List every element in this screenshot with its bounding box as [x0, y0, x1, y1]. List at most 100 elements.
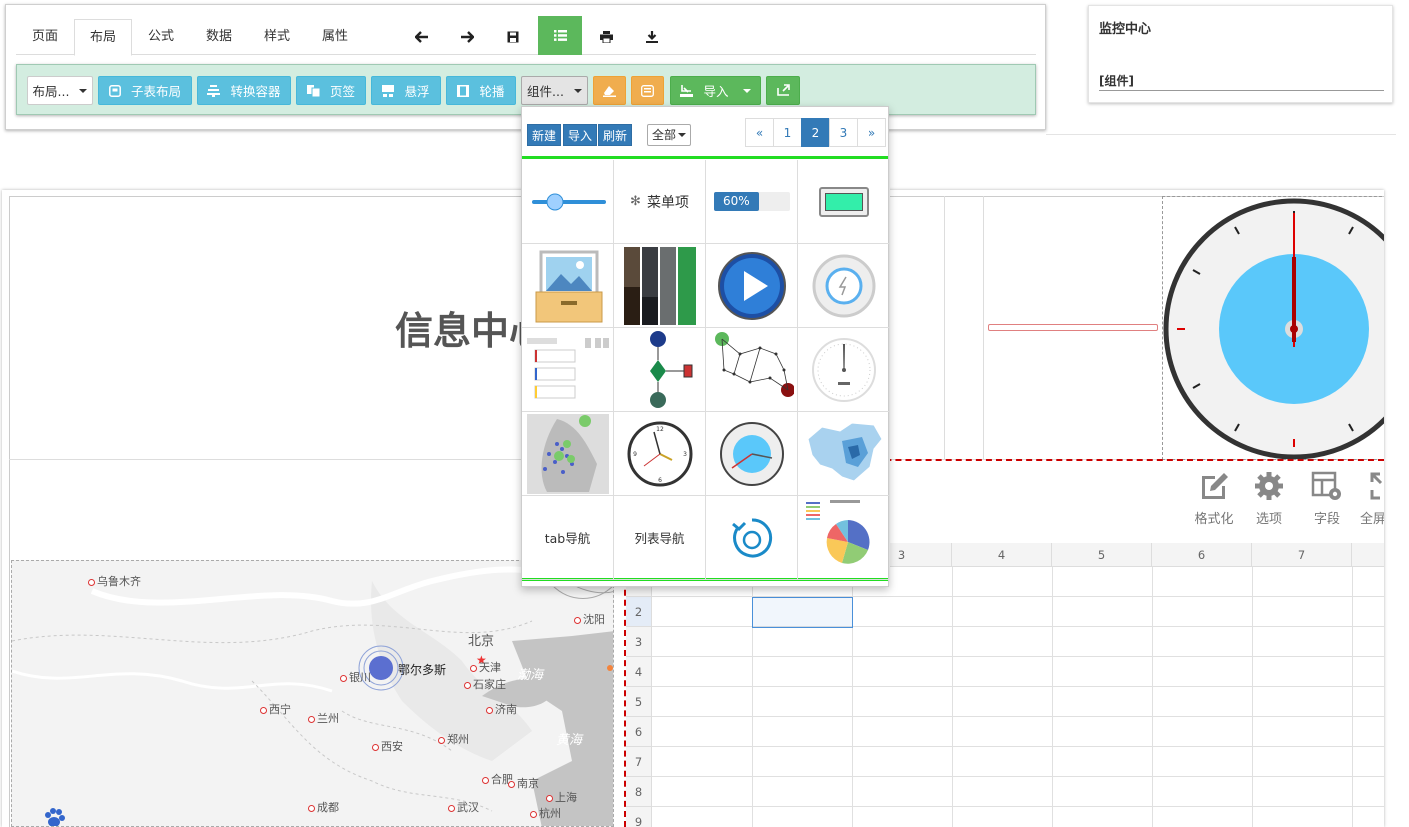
component-progress[interactable]: 60% [706, 160, 798, 244]
layout-button-label: 布局... [32, 84, 70, 99]
download-icon[interactable] [632, 19, 672, 55]
row-header[interactable]: 4 [626, 657, 652, 687]
map-city-label: 北京 [468, 634, 495, 649]
component-button-circle[interactable] [798, 244, 890, 328]
pagination-page-active[interactable]: 2 [801, 118, 830, 147]
component-video[interactable] [706, 244, 798, 328]
import-dropdown-button[interactable]: 导入 [670, 76, 761, 105]
component-slider[interactable] [522, 160, 614, 244]
list-icon[interactable] [538, 16, 582, 55]
float-button[interactable]: 悬浮 [371, 76, 441, 105]
frame-line [983, 196, 984, 459]
pagination-next[interactable]: » [857, 118, 886, 147]
component-china-map[interactable] [798, 412, 890, 496]
component-speedometer[interactable] [798, 328, 890, 412]
china-map-widget[interactable]: ★ 乌鲁木齐 沈阳 北京 天津 鄂尔多斯 银川 石家庄 西宁 兰州 济南 郑州 … [11, 560, 614, 827]
copy-icon [306, 84, 320, 97]
selected-cell[interactable] [752, 597, 853, 628]
gauge-container[interactable] [1162, 196, 1384, 460]
component-color-block[interactable] [798, 160, 890, 244]
save-icon[interactable] [493, 19, 533, 55]
tab-formula[interactable]: 公式 [132, 19, 190, 55]
carousel-button[interactable]: 轮播 [446, 76, 516, 105]
row-header[interactable]: 5 [626, 687, 652, 717]
gear-icon [1255, 472, 1283, 500]
row-header[interactable]: 9 [626, 807, 652, 827]
row-header[interactable]: 6 [626, 717, 652, 747]
component-dropdown-button[interactable]: 组件... [521, 76, 588, 105]
component-pie-chart[interactable] [798, 496, 890, 580]
page-tab-button[interactable]: 页签 [296, 76, 366, 105]
layout-dropdown-button[interactable]: 布局... [27, 76, 93, 105]
convert-container-button[interactable]: 转换容器 [197, 76, 291, 105]
column-header[interactable] [1352, 543, 1384, 567]
column-header[interactable]: 4 [952, 543, 1052, 567]
map-city-label: 石家庄 [464, 676, 506, 692]
map-sea-label: 渤海 [517, 668, 544, 683]
svg-text:12: 12 [656, 426, 664, 433]
tab-layout[interactable]: 布局 [74, 19, 132, 56]
column-header[interactable]: 6 [1152, 543, 1252, 567]
sub-layout-button[interactable]: 子表布局 [98, 76, 192, 105]
component-flowchart[interactable] [614, 328, 706, 412]
tab-property[interactable]: 属性 [306, 19, 364, 55]
green-divider [522, 156, 888, 159]
component-tree-list[interactable] [522, 328, 614, 412]
component-tab-nav[interactable]: tab导航 [522, 496, 614, 580]
format-tool[interactable]: 格式化 [1188, 470, 1240, 527]
progress-track: 60% [713, 192, 790, 211]
row-header[interactable]: 3 [626, 627, 652, 657]
options-tool[interactable]: 选项 [1248, 470, 1290, 527]
component-network-graph[interactable] [706, 328, 798, 412]
row-header[interactable]: 8 [626, 777, 652, 807]
new-component-button[interactable]: 新建 [527, 124, 562, 146]
tree-list-preview [526, 337, 609, 398]
component-carousel[interactable] [614, 244, 706, 328]
edit-icon [1202, 473, 1228, 499]
pagination-page[interactable]: 1 [773, 118, 802, 147]
component-image[interactable] [522, 244, 614, 328]
flowchart-preview [649, 330, 692, 408]
filter-select[interactable]: 全部 [647, 124, 692, 146]
export-button[interactable] [766, 76, 800, 105]
arrow-right-icon[interactable] [447, 19, 487, 55]
convert-label: 转换容器 [230, 84, 281, 99]
component-gauge-clock[interactable] [706, 412, 798, 496]
component-analog-clock[interactable]: 12 3 6 9 [614, 412, 706, 496]
component-dropdown: 新建 导入 刷新 全部 « 1 2 3 » ✻ 菜单项 60% 12 3 6 9… [521, 106, 890, 587]
fullscreen-tool[interactable]: 全屏 [1360, 470, 1384, 527]
row-header[interactable]: 2 [626, 597, 652, 627]
database-button[interactable] [631, 76, 664, 105]
scatter-map-preview [526, 413, 609, 494]
page-tab-label: 页签 [329, 84, 355, 99]
tab-data[interactable]: 数据 [190, 19, 248, 55]
svg-text:6: 6 [658, 477, 662, 484]
arrow-left-icon[interactable] [402, 19, 442, 55]
map-city-label: 天津 [470, 659, 501, 675]
column-header[interactable]: 5 [1052, 543, 1152, 567]
component-scatter-map[interactable] [522, 412, 614, 496]
image-box-icon [535, 250, 602, 322]
map-city-label: 济南 [486, 701, 517, 717]
row-header[interactable]: 7 [626, 747, 652, 777]
film-icon [457, 84, 470, 97]
refresh-component-button[interactable]: 刷新 [598, 124, 633, 146]
slider-preview [531, 193, 606, 210]
pagination-page[interactable]: 3 [829, 118, 858, 147]
field-tool[interactable]: 字段 [1306, 470, 1348, 527]
component-refresh-button[interactable] [706, 496, 798, 580]
component-menu-item[interactable]: ✻ 菜单项 [614, 160, 706, 244]
tab-page[interactable]: 页面 [16, 19, 74, 55]
filter-select-value: 全部 [652, 128, 677, 142]
column-header[interactable]: 7 [1252, 543, 1352, 567]
svg-text:9: 9 [633, 451, 637, 458]
tab-style[interactable]: 样式 [248, 19, 306, 55]
red-line-component[interactable] [988, 324, 1158, 331]
import-component-button[interactable]: 导入 [563, 124, 598, 146]
map-city-label: 乌鲁木齐 [88, 573, 141, 589]
print-icon[interactable] [586, 19, 626, 55]
map-sea-label: 黄海 [556, 733, 583, 748]
eraser-button[interactable] [593, 76, 626, 105]
pagination-prev[interactable]: « [745, 118, 774, 147]
component-list-nav[interactable]: 列表导航 [614, 496, 706, 580]
